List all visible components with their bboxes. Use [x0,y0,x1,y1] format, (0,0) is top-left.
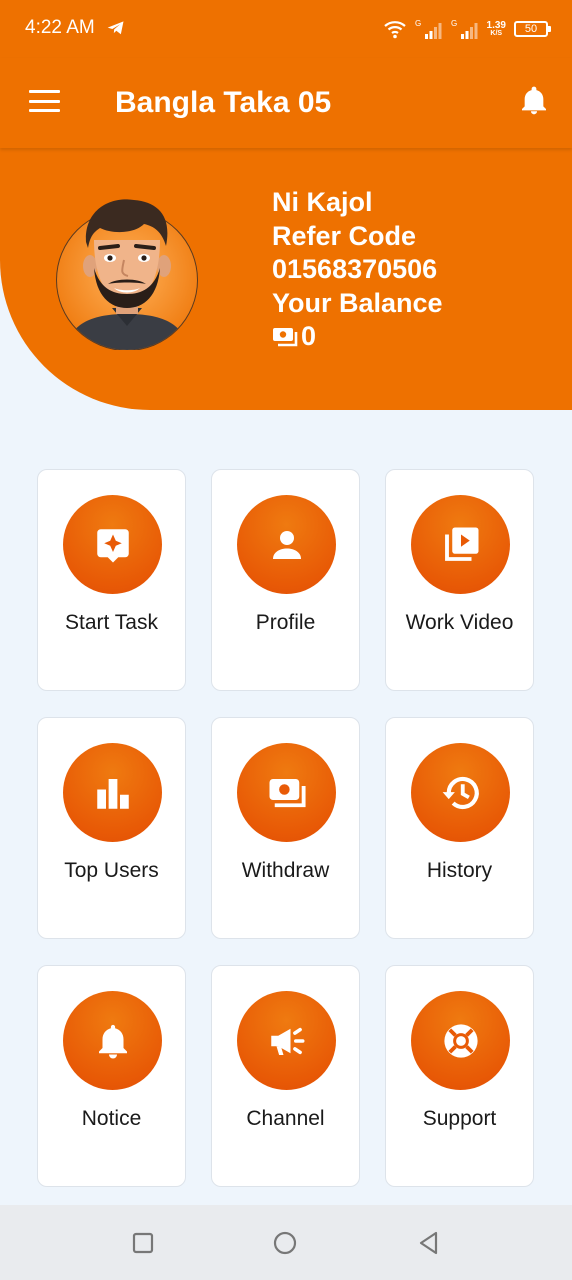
home-icon[interactable] [272,1230,298,1256]
hamburger-menu-icon[interactable] [29,90,60,112]
balance-value: 0 [301,321,317,351]
back-icon[interactable] [416,1230,442,1256]
person-icon [272,530,301,559]
task-star-icon [96,528,129,562]
channel-card[interactable]: Channel [211,965,360,1187]
work-video-card[interactable]: Work Video [385,469,534,691]
avatar [56,199,198,350]
user-name: Ni Kajol [272,187,373,217]
card-label: History [426,859,493,882]
refer-code-value: 01568370506 [272,254,438,284]
telegram-icon [107,21,124,35]
support-card[interactable]: Support [385,965,534,1187]
app-bar: Bangla Taka 05 [0,58,572,148]
signal-icon: G [415,19,442,39]
card-label: Work Video [405,611,514,634]
profile-info: Ni Kajol Refer Code 01568370506 Your Bal… [272,186,443,354]
money-icon [269,778,306,807]
bar-chart-icon [96,778,129,809]
video-library-icon [444,527,478,561]
card-label: Start Task [65,611,158,634]
app-title: Bangla Taka 05 [115,86,332,119]
top-users-card[interactable]: Top Users [37,717,186,939]
notification-bell-icon[interactable] [518,84,550,118]
recent-apps-icon[interactable] [130,1230,156,1256]
profile-card[interactable]: Profile [211,469,360,691]
card-label: Profile [255,611,316,634]
withdraw-card[interactable]: Withdraw [211,717,360,939]
card-label: Support [422,1107,497,1130]
lifebuoy-icon [443,1023,478,1058]
balance-row: 0 [272,320,443,354]
card-label: Withdraw [241,859,330,882]
menu-grid: Start Task Profile Work Video Top Users … [37,469,535,1187]
balance-label: Your Balance [272,287,443,318]
history-icon [442,776,479,809]
signal-icon-2: G [451,19,478,39]
megaphone-icon [270,1027,304,1055]
money-icon [273,327,298,347]
svg-text:G: G [451,19,457,28]
wifi-icon [383,21,406,39]
card-label: Top Users [64,859,159,882]
system-nav-bar [0,1205,572,1280]
start-task-card[interactable]: Start Task [37,469,186,691]
battery-icon: 50 [514,21,551,37]
bell-icon [98,1024,127,1058]
profile-header: Ni Kajol Refer Code 01568370506 Your Bal… [0,148,572,410]
card-label: Channel [246,1107,325,1130]
card-label: Notice [81,1107,142,1130]
status-bar: 4:22 AM G G 1.39 K/S 50 [0,0,572,58]
notice-card[interactable]: Notice [37,965,186,1187]
network-speed: 1.39 K/S [486,19,506,37]
svg-text:G: G [415,19,421,28]
history-card[interactable]: History [385,717,534,939]
refer-code-label: Refer Code [272,220,417,251]
status-time: 4:22 AM [25,17,95,38]
